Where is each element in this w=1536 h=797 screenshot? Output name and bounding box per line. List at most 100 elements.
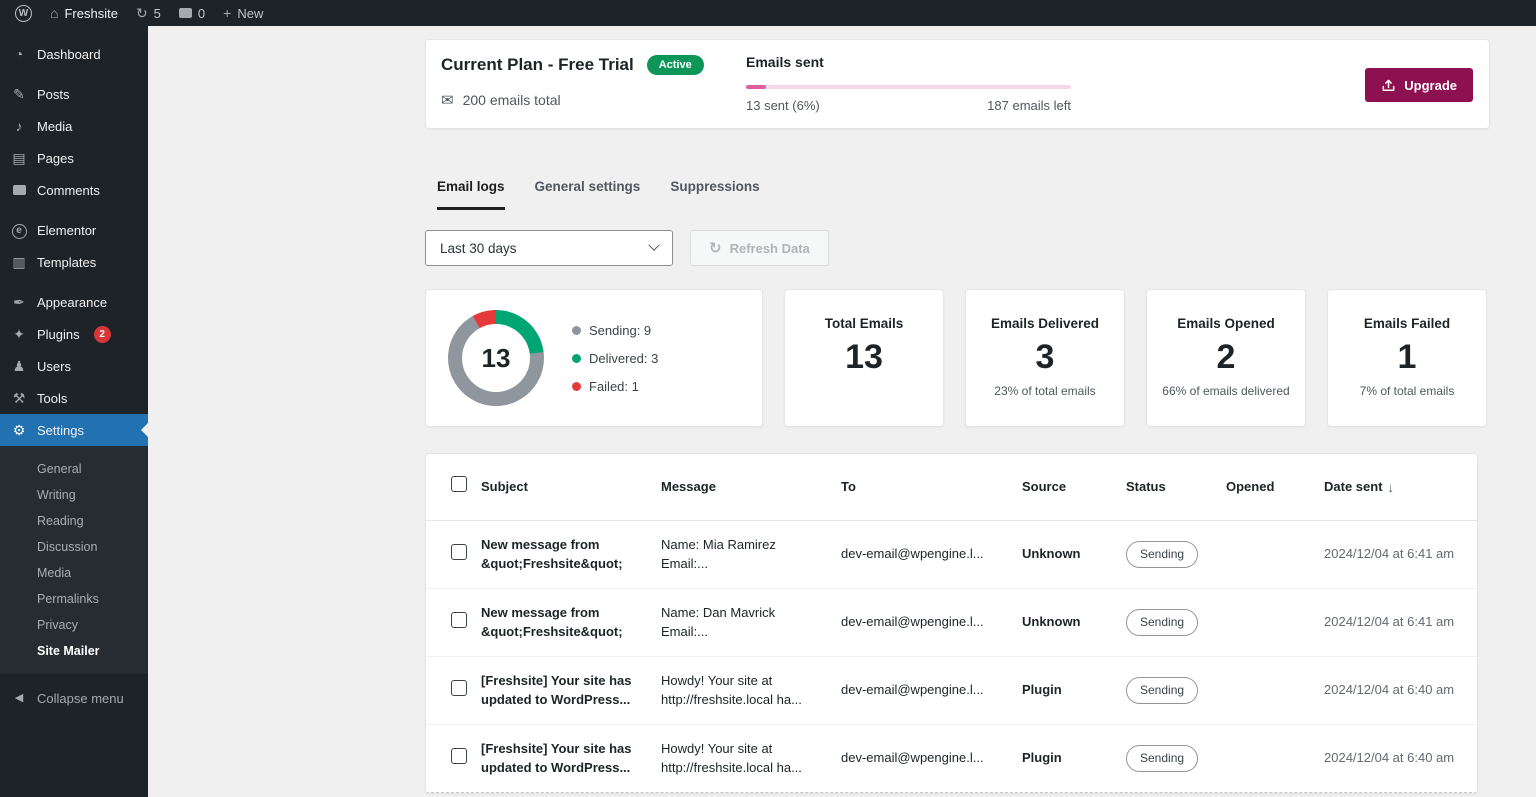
donut-total-value: 13 [482, 343, 511, 374]
menu-separator [0, 206, 148, 214]
site-menu[interactable]: ⌂ Freshsite [41, 0, 127, 26]
new-label: New [237, 6, 263, 21]
sidebar-item-plugins[interactable]: ✦ Plugins 2 [0, 318, 148, 350]
wp-logo-menu[interactable]: W [6, 0, 41, 26]
sidebar-item-label: Dashboard [37, 47, 101, 62]
status-badge: Sending [1126, 541, 1198, 568]
main-content: Current Plan - Free Trial Active ✉ 200 e… [148, 26, 1536, 797]
sidebar-item-label: Appearance [37, 295, 107, 310]
sidebar-item-elementor[interactable]: e Elementor [0, 214, 148, 246]
collapse-label: Collapse menu [37, 691, 124, 706]
col-opened: Opened [1226, 478, 1324, 497]
total-emails-card: Total Emails 13 [784, 289, 944, 427]
select-all-checkbox[interactable] [451, 476, 467, 492]
submenu-item-general[interactable]: General [0, 456, 148, 482]
legend-label: Failed: 1 [589, 379, 639, 394]
sidebar-item-label: Settings [37, 423, 84, 438]
stat-value: 1 [1398, 340, 1417, 374]
submenu-item-site-mailer[interactable]: Site Mailer [0, 638, 148, 664]
comments-indicator[interactable]: 0 [170, 0, 214, 26]
sidebar-item-settings[interactable]: ⚙ Settings [0, 414, 148, 446]
table-header-row: Subject Message To Source Status Opened … [426, 454, 1477, 521]
row-checkbox[interactable] [451, 680, 467, 696]
col-date-sent[interactable]: Date sent ↓ [1324, 478, 1477, 497]
sidebar-item-posts[interactable]: ✎ Posts [0, 78, 148, 110]
emails-delivered-card: Emails Delivered 3 23% of total emails [965, 289, 1125, 427]
col-status: Status [1126, 478, 1226, 497]
submenu-item-privacy[interactable]: Privacy [0, 612, 148, 638]
cell-message: Name: Mia Ramirez Email:... [661, 536, 841, 574]
legend-item-sending: Sending: 9 [572, 323, 658, 338]
cell-to: dev-email@wpengine.l... [841, 545, 1022, 564]
tab-suppressions[interactable]: Suppressions [670, 179, 759, 210]
tab-general-settings[interactable]: General settings [535, 179, 641, 210]
table-row[interactable]: New message from &quot;Freshsite&quot; N… [426, 521, 1477, 589]
tools-icon: ⚒ [10, 391, 28, 405]
sidebar-item-label: Elementor [37, 223, 96, 238]
emails-donut-chart: 13 [448, 310, 544, 406]
col-message: Message [661, 478, 841, 497]
cell-source: Plugin [1022, 681, 1126, 700]
date-range-select[interactable]: Last 30 days [425, 230, 673, 266]
submenu-item-media[interactable]: Media [0, 560, 148, 586]
sidebar-item-media[interactable]: ♪ Media [0, 110, 148, 142]
sidebar-item-comments[interactable]: Comments [0, 174, 148, 206]
legend-dot-sending [572, 326, 581, 335]
date-sent-label: Date sent [1324, 478, 1383, 497]
table-row[interactable]: [Freshsite] Your site has updated to Wor… [426, 657, 1477, 725]
stats-row: 13 Sending: 9 Delivered: 3 Failed: 1 [425, 289, 1490, 427]
sidebar-item-users[interactable]: ♟ Users [0, 350, 148, 382]
row-checkbox[interactable] [451, 612, 467, 628]
tab-email-logs[interactable]: Email logs [437, 179, 505, 210]
sidebar-item-templates[interactable]: ▥ Templates [0, 246, 148, 278]
col-to: To [841, 478, 1022, 497]
submenu-item-reading[interactable]: Reading [0, 508, 148, 534]
sidebar-item-dashboard[interactable]: ◔ Dashboard [0, 38, 148, 70]
sidebar-item-tools[interactable]: ⚒ Tools [0, 382, 148, 414]
updates-count: 5 [154, 6, 161, 21]
table-row[interactable]: [Freshsite] Your site has updated to Wor… [426, 725, 1477, 793]
cell-subject: [Freshsite] Your site has updated to Wor… [481, 740, 661, 778]
legend-label: Delivered: 3 [589, 351, 658, 366]
submenu-item-permalinks[interactable]: Permalinks [0, 586, 148, 612]
current-plan-card: Current Plan - Free Trial Active ✉ 200 e… [425, 39, 1490, 129]
envelope-icon: ✉ [441, 93, 454, 108]
stat-value: 3 [1036, 340, 1055, 374]
posts-icon: ✎ [10, 87, 28, 101]
refresh-icon: ↻ [709, 241, 722, 256]
sort-desc-icon: ↓ [1388, 481, 1395, 494]
cell-to: dev-email@wpengine.l... [841, 681, 1022, 700]
status-badge: Sending [1126, 609, 1198, 636]
collapse-menu-button[interactable]: ◀ Collapse menu [0, 682, 148, 714]
table-row[interactable]: New message from &quot;Freshsite&quot; N… [426, 589, 1477, 657]
stat-value: 13 [845, 340, 883, 374]
plugins-icon: ✦ [10, 327, 28, 341]
row-checkbox[interactable] [451, 748, 467, 764]
upgrade-button[interactable]: Upgrade [1365, 68, 1473, 102]
updates-indicator[interactable]: ↻ 5 [127, 0, 170, 26]
plus-icon: + [223, 6, 231, 20]
legend-dot-delivered [572, 354, 581, 363]
users-icon: ♟ [10, 359, 28, 373]
chevron-down-icon [648, 240, 659, 251]
sidebar-item-label: Pages [37, 151, 74, 166]
refresh-label: Refresh Data [730, 241, 810, 256]
appearance-icon: ✒ [10, 295, 28, 309]
upgrade-icon [1381, 78, 1396, 93]
submenu-item-writing[interactable]: Writing [0, 482, 148, 508]
sidebar-item-label: Templates [37, 255, 96, 270]
cell-date-sent: 2024/12/04 at 6:40 am [1324, 749, 1477, 768]
submenu-item-discussion[interactable]: Discussion [0, 534, 148, 560]
status-breakdown-card: 13 Sending: 9 Delivered: 3 Failed: 1 [425, 289, 763, 427]
templates-icon: ▥ [10, 255, 28, 269]
plan-status-badge: Active [647, 55, 704, 75]
sidebar-item-appearance[interactable]: ✒ Appearance [0, 286, 148, 318]
comment-bubble-icon [179, 8, 192, 18]
new-content-menu[interactable]: + New [214, 0, 272, 26]
stat-title: Emails Failed [1364, 316, 1450, 331]
elementor-icon: e [10, 221, 28, 239]
row-checkbox[interactable] [451, 544, 467, 560]
stat-title: Emails Opened [1177, 316, 1275, 331]
refresh-data-button[interactable]: ↻ Refresh Data [690, 230, 829, 266]
sidebar-item-pages[interactable]: ▤ Pages [0, 142, 148, 174]
